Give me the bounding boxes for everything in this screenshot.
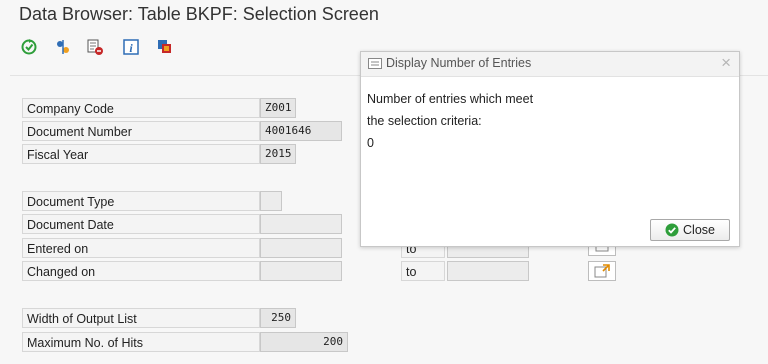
document-number-label: Document Number [22,121,260,141]
changed-on-multiple-selection-button[interactable] [588,261,616,281]
company-code-field[interactable]: Z001 [260,98,296,118]
changed-on-to-field[interactable] [447,261,529,281]
dialog-window-icon [368,58,382,72]
document-type-label: Document Type [22,191,260,211]
execute-icon[interactable] [19,37,39,57]
entry-count: 0 [367,136,374,150]
window-title: Data Browser: Table BKPF: Selection Scre… [19,4,379,24]
copy-icon[interactable] [155,37,175,57]
close-icon[interactable]: × [721,54,731,72]
document-number-field[interactable]: 4001646 [260,121,342,141]
width-output-list-label: Width of Output List [22,308,260,328]
fiscal-year-field[interactable]: 2015 [260,144,296,164]
checkmark-icon [665,223,679,237]
max-hits-field[interactable]: 200 [260,332,348,352]
dialog-message-line-1: Number of entries which meet [367,92,534,106]
changed-on-label: Changed on [22,261,260,281]
delete-selection-icon[interactable] [85,37,105,57]
changed-on-from-field[interactable] [260,261,342,281]
number-of-entries-dialog: Display Number of Entries × Number of en… [360,51,740,247]
document-date-label: Document Date [22,214,260,234]
dialog-header[interactable]: Display Number of Entries × [361,52,739,77]
changed-on-to-label: to [401,261,445,281]
fiscal-year-label: Fiscal Year [22,144,260,164]
info-icon[interactable]: i [121,37,141,57]
number-of-entries-icon[interactable] [53,37,73,57]
max-hits-label: Maximum No. of Hits [22,332,260,352]
entered-on-from-field[interactable] [260,238,342,258]
multiple-selection-icon [594,264,610,278]
close-button-label: Close [683,223,715,237]
dialog-title: Display Number of Entries [386,56,532,70]
width-output-list-field[interactable]: 250 [260,308,296,328]
company-code-label: Company Code [22,98,260,118]
dialog-message: Number of entries which meet the selecti… [367,88,533,154]
document-type-field[interactable] [260,191,282,211]
close-button[interactable]: Close [650,219,730,241]
dialog-message-line-2: the selection criteria: [367,114,482,128]
document-date-field[interactable] [260,214,342,234]
entered-on-label: Entered on [22,238,260,258]
